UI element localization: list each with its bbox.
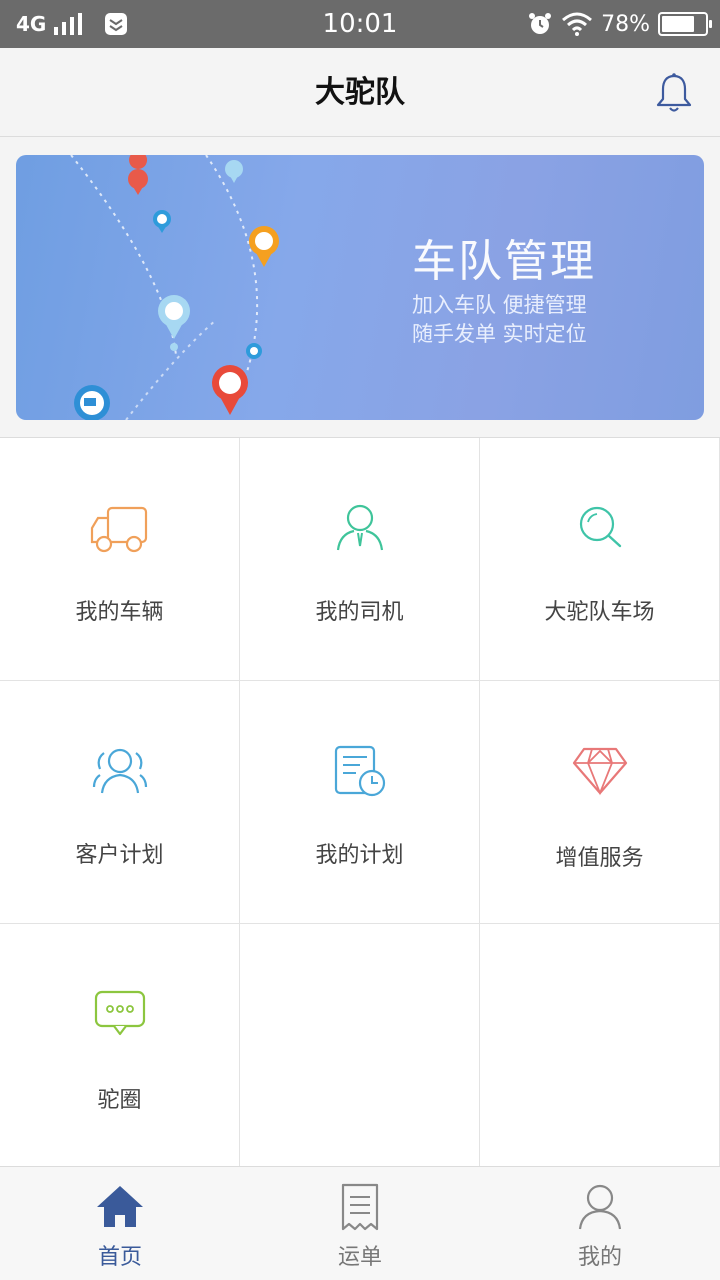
banner-title: 车队管理 xyxy=(412,236,596,287)
map-pin-truck-blue xyxy=(74,385,110,420)
nav-label: 我的 xyxy=(577,1245,622,1270)
banner-subtitle-2: 随手发单 实时定位 xyxy=(412,322,587,346)
nav-label: 首页 xyxy=(97,1245,142,1270)
grid-item-label: 我的司机 xyxy=(315,600,404,625)
banner-subtitle-1: 加入车队 便捷管理 xyxy=(412,293,587,317)
map-pin-red-large xyxy=(212,365,248,415)
map-pin-orange xyxy=(249,226,279,267)
status-bar: 4G 10:01 78% xyxy=(0,0,720,48)
waybill-icon xyxy=(341,1183,379,1231)
customers-icon xyxy=(92,748,148,794)
chat-bubble-icon xyxy=(94,990,146,1036)
grid-item-my-vehicles[interactable]: 我的车辆 xyxy=(0,438,240,681)
truck-icon xyxy=(90,506,148,553)
map-pin-blue-dot xyxy=(246,343,262,359)
map-pin-lightblue-top xyxy=(225,160,243,183)
grid-item-customer-plans[interactable]: 客户计划 xyxy=(0,681,240,924)
grid-item-yard[interactable]: 大驼队车场 xyxy=(480,438,720,681)
status-right: 78% xyxy=(527,0,712,48)
grid-item-my-drivers[interactable]: 我的司机 xyxy=(240,438,480,681)
grid-item-circle[interactable]: 驼圈 xyxy=(0,924,240,1167)
page-title: 大驼队 xyxy=(315,75,405,110)
grid-empty-cell xyxy=(480,924,720,1167)
map-pin-red-small xyxy=(128,155,148,195)
bottom-navigation: 首页 运单 我的 xyxy=(0,1166,720,1280)
search-icon xyxy=(579,506,622,548)
nav-profile[interactable]: 我的 xyxy=(480,1167,720,1280)
alarm-icon xyxy=(529,13,552,34)
nav-home[interactable]: 首页 xyxy=(0,1167,240,1280)
app-header: 大驼队 xyxy=(0,48,720,137)
nav-label: 运单 xyxy=(337,1245,382,1270)
grid-item-label: 大驼队车场 xyxy=(544,600,655,625)
grid-item-label: 增值服务 xyxy=(555,846,644,871)
map-pin-blue-small xyxy=(153,210,171,233)
driver-icon xyxy=(336,504,384,551)
diamond-icon xyxy=(572,747,628,796)
grid-item-my-plans[interactable]: 我的计划 xyxy=(240,681,480,924)
map-pin-lightblue-large xyxy=(158,295,190,351)
profile-icon xyxy=(578,1184,622,1230)
grid-item-label: 驼圈 xyxy=(97,1088,142,1113)
wifi-icon xyxy=(562,12,593,36)
nav-waybill[interactable]: 运单 xyxy=(240,1167,480,1280)
battery-percent: 78% xyxy=(601,11,650,37)
grid-item-value-added[interactable]: 增值服务 xyxy=(480,681,720,924)
grid-empty-cell xyxy=(240,924,480,1167)
banner-map-illustration xyxy=(70,155,279,420)
schedule-icon xyxy=(334,745,386,797)
feature-grid: 我的车辆 我的司机 大驼队车场 客户计划 我的计划 增值服务 驼圈 xyxy=(0,438,720,1167)
home-icon xyxy=(97,1186,143,1227)
promo-banner[interactable]: 车队管理 加入车队 便捷管理 随手发单 实时定位 xyxy=(16,155,704,420)
grid-item-label: 我的车辆 xyxy=(75,600,164,625)
banner-section: 车队管理 加入车队 便捷管理 随手发单 实时定位 xyxy=(0,137,720,438)
battery-icon xyxy=(658,12,712,36)
grid-item-label: 客户计划 xyxy=(75,843,164,868)
battery-level xyxy=(662,16,694,32)
bell-icon[interactable] xyxy=(654,72,694,114)
grid-item-label: 我的计划 xyxy=(315,843,404,868)
